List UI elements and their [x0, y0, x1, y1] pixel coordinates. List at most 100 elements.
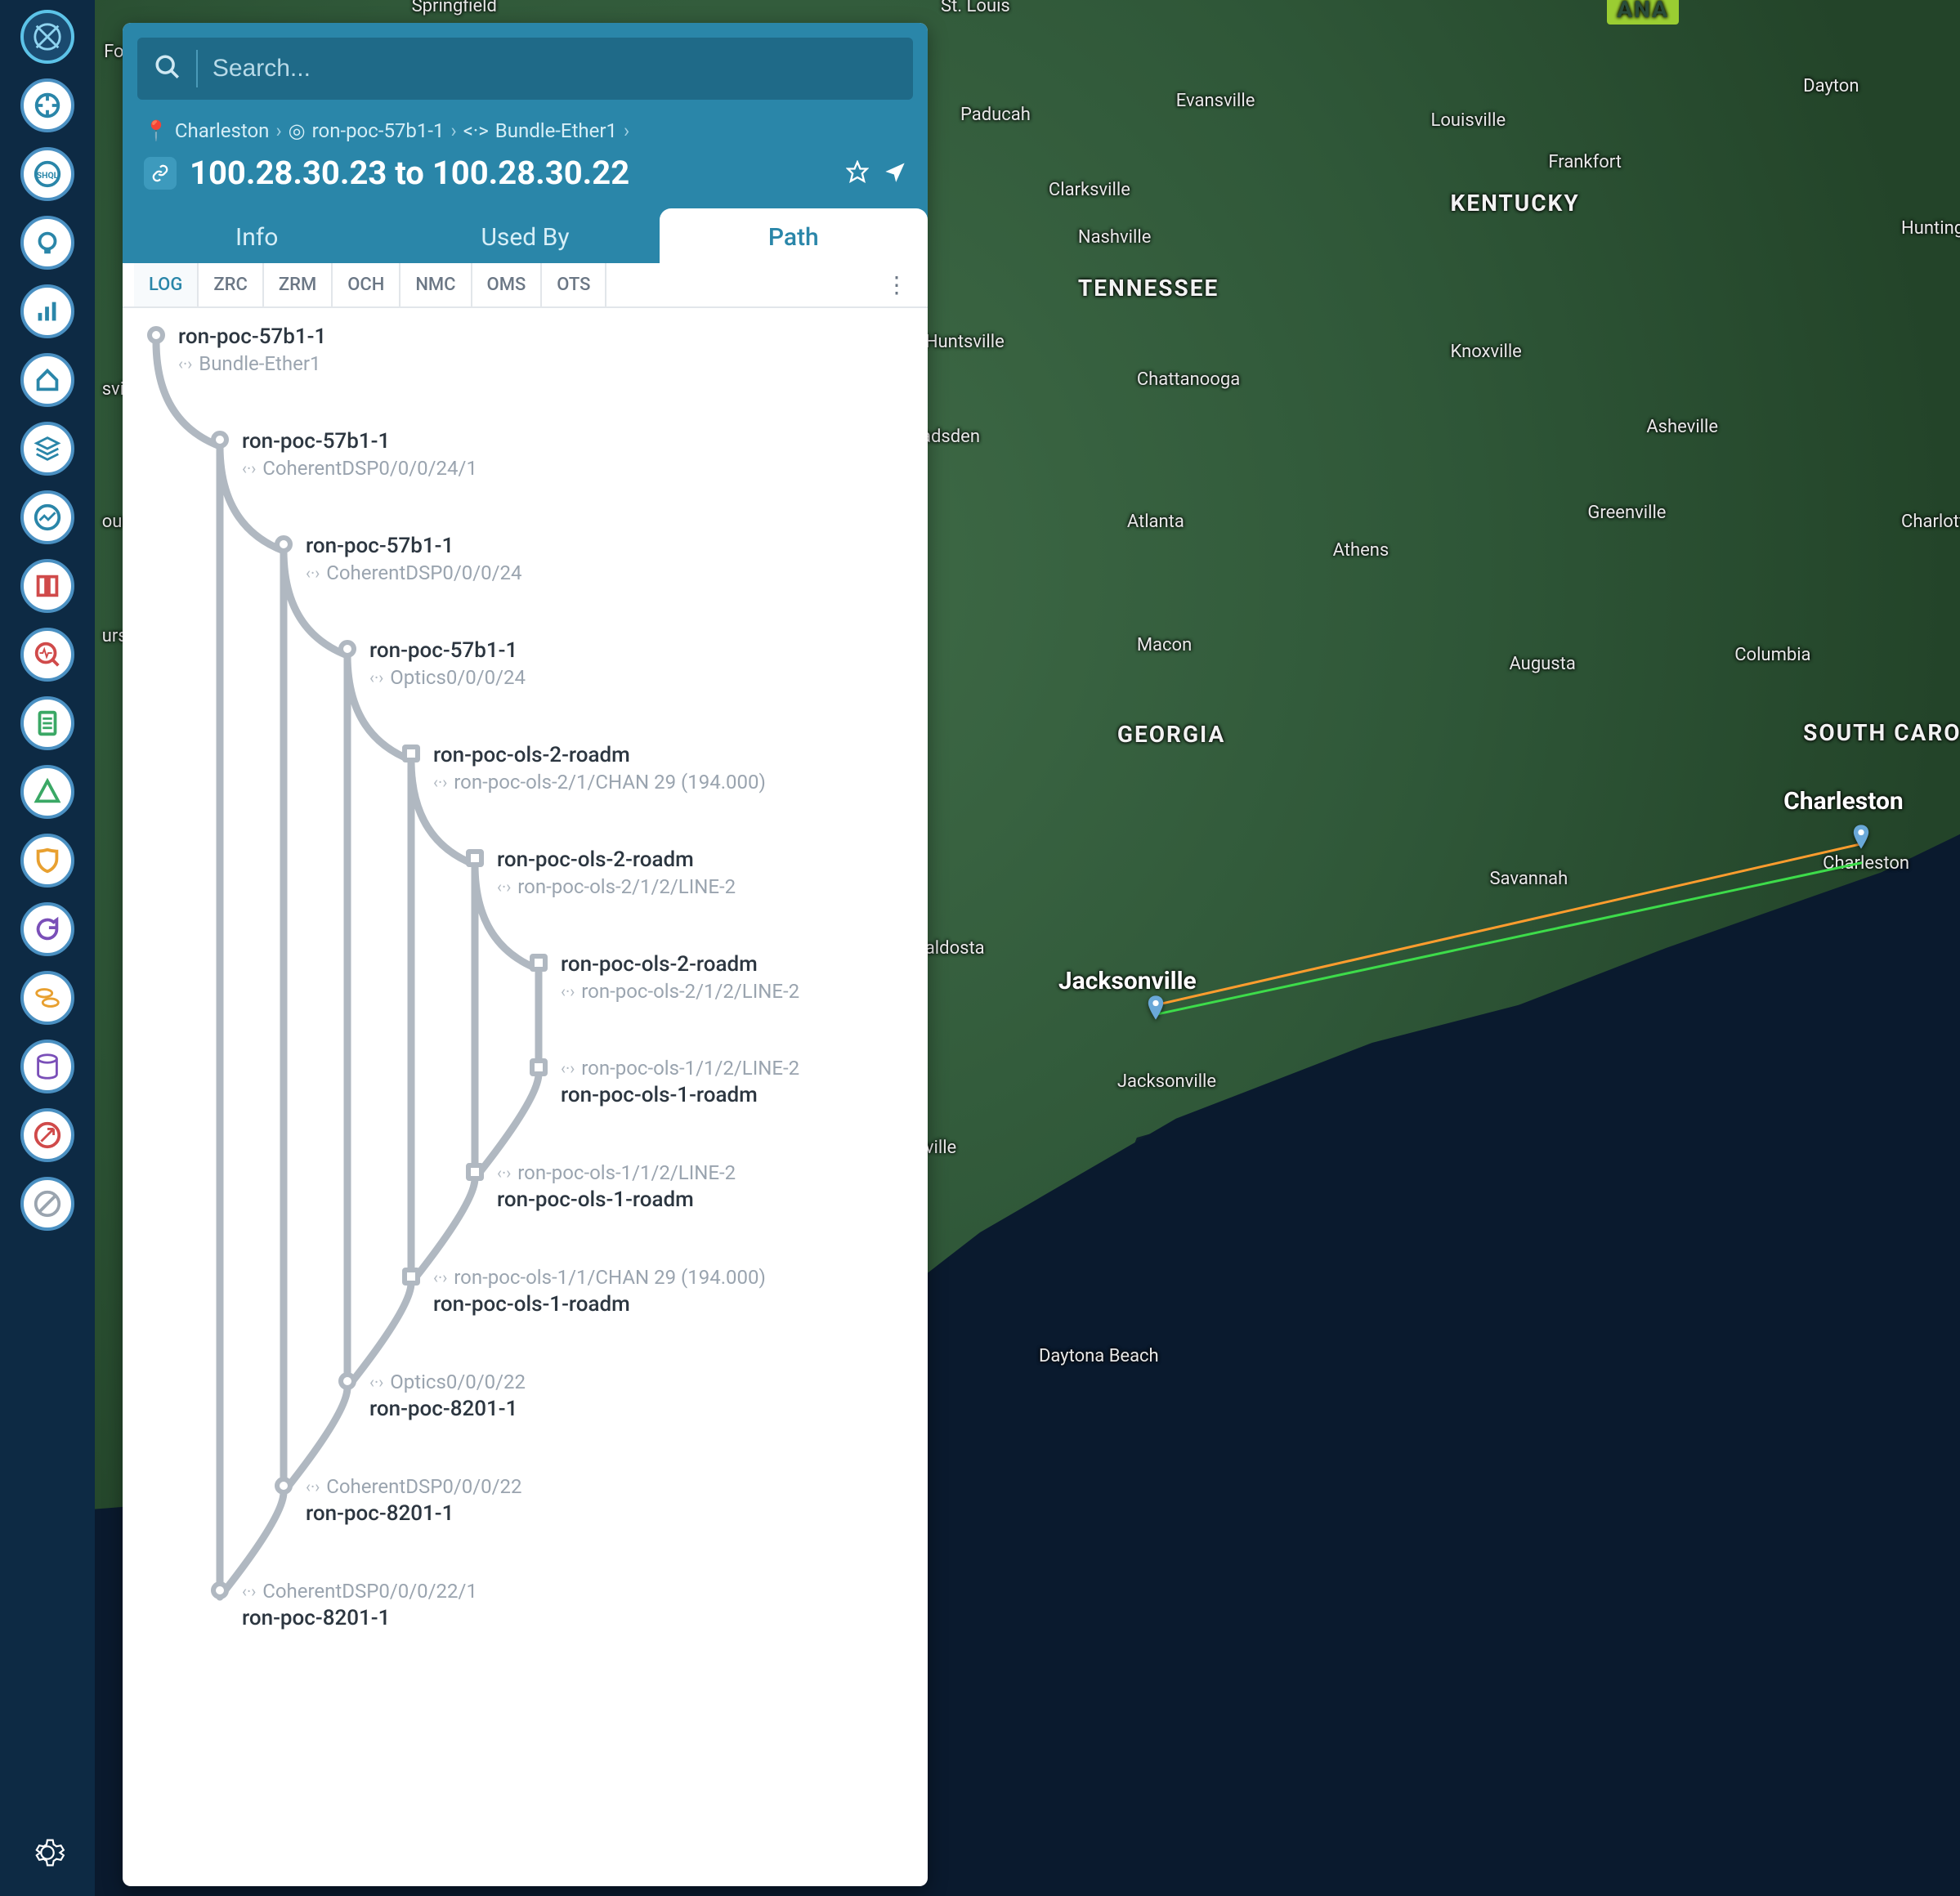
hop-text: ron-poc-57b1-1 ‹·›CoherentDSP0/0/0/24: [306, 534, 522, 584]
hop-name: ron-poc-ols-1-roadm: [561, 1083, 799, 1107]
link-small-icon: ‹·›: [433, 1268, 447, 1287]
hop-marker-square-icon: [466, 849, 484, 867]
hop-sub: ‹·› CoherentDSP0/0/0/22/1: [242, 1580, 477, 1603]
hop-sub: ‹·›Optics0/0/0/24: [369, 666, 526, 689]
tab-info[interactable]: Info: [123, 208, 391, 263]
subtab-och[interactable]: OCH: [333, 263, 401, 306]
hop-name: ron-poc-57b1-1: [306, 534, 522, 558]
settings-gear-icon[interactable]: [29, 1835, 65, 1880]
subtab-log[interactable]: LOG: [134, 263, 199, 306]
hop-sub: ‹·›CoherentDSP0/0/0/24/1: [242, 457, 477, 480]
hop-sub: ‹·›ron-poc-ols-1/1/2/LINE-2: [561, 1057, 799, 1080]
path-hop[interactable]: ‹·›ron-poc-ols-1/1/CHAN 29 (194.000)ron-…: [147, 1266, 911, 1323]
hop-sub-text: ron-poc-ols-2/1/CHAN 29 (194.000): [454, 771, 766, 794]
map-pin-jacksonville[interactable]: [1147, 995, 1165, 1020]
locate-icon[interactable]: [884, 160, 906, 186]
path-hop[interactable]: ‹·›ron-poc-ols-1/1/2/LINE-2 ron-poc-ols-1…: [147, 1057, 911, 1114]
path-hop[interactable]: ‹·›Optics0/0/0/22 ron-poc-8201-1: [147, 1371, 911, 1428]
rail-shield-icon[interactable]: [20, 834, 74, 888]
path-hop-list: ron-poc-57b1-1 ‹·› Bundle-Ether1 ron-poc-57…: [123, 308, 928, 1886]
hop-name: ron-poc-ols-1-roadm: [497, 1187, 736, 1212]
breadcrumb: 📍 Charleston › ◎ ron-poc-57b1-1 › <·> Bu…: [123, 100, 928, 149]
hop-name: ron-poc-ols-2-roadm: [497, 847, 736, 872]
rail-app-logo-icon[interactable]: [20, 10, 74, 64]
search-input[interactable]: [213, 55, 897, 83]
hop-name: ron-poc-57b1-1: [369, 638, 526, 663]
subtab-zrm[interactable]: ZRM: [264, 263, 333, 306]
link-small-icon: ‹·›: [561, 1058, 575, 1078]
hop-text: ‹·›CoherentDSP0/0/0/22/1ron-poc-8201-1: [242, 1580, 477, 1630]
hop-text: ron-poc-57b1-1 ‹·›Optics0/0/0/24: [369, 638, 526, 689]
path-hop[interactable]: ron-poc-57b1-1 ‹·›CoherentDSP0/0/0/24: [147, 534, 911, 591]
hop-name: ron-poc-57b1-1: [242, 429, 477, 454]
path-hop[interactable]: ron-poc-ols-2-roadm‹·›ron-poc-ols-2/1/2/…: [147, 952, 911, 1009]
rail-bars-icon[interactable]: [20, 284, 74, 338]
rail-triangle-icon[interactable]: [20, 765, 74, 819]
breadcrumb-location[interactable]: Charleston: [175, 119, 270, 142]
rail-bulb-icon[interactable]: [20, 216, 74, 270]
link-small-icon: ‹·›: [178, 354, 192, 373]
path-hop[interactable]: ron-poc-57b1-1‹·›Bundle-Ether1: [147, 324, 911, 382]
link-small-icon: ‹·›: [242, 1581, 256, 1601]
rail-trend-icon[interactable]: [20, 490, 74, 544]
rail-nocircle-icon[interactable]: [20, 1177, 74, 1231]
hop-text: ron-poc-ols-2-roadm‹·›ron-poc-ols-2/1/CH…: [433, 743, 766, 794]
page-title: 100.28.30.23 to 100.28.30.22: [190, 154, 833, 192]
tab-usedby[interactable]: Used By: [391, 208, 659, 263]
hop-sub: ‹·›ron-poc-ols-1/1/2/LINE-2: [497, 1161, 736, 1184]
path-hop[interactable]: ‹·›CoherentDSP0/0/0/22ron-poc-8201-1: [147, 1475, 911, 1532]
hop-marker-circle-icon: [211, 431, 229, 449]
path-hop[interactable]: ron-poc-ols-2-roadm‹·›ron-poc-ols-2/1/CH…: [147, 743, 911, 800]
link-chip-icon: [144, 157, 177, 190]
search-divider: [196, 50, 198, 87]
breadcrumb-interface[interactable]: Bundle-Ether1: [495, 119, 617, 142]
star-icon[interactable]: [846, 160, 869, 186]
path-hop[interactable]: ‹·›ron-poc-ols-1/1/2/LINE-2 ron-poc-ols-1…: [147, 1161, 911, 1219]
hop-name: ron-poc-ols-1-roadm: [433, 1292, 766, 1317]
hop-sub-text: CoherentDSP0/0/0/22/1: [262, 1580, 477, 1603]
hop-sub: ‹·›ron-poc-ols-2/1/2/LINE-2: [497, 875, 736, 898]
hop-sub-text: ron-poc-ols-2/1/2/LINE-2: [581, 980, 799, 1003]
map-pin-charleston[interactable]: [1852, 825, 1870, 849]
layer-subtabs: LOG ZRC ZRM OCH NMC OMS OTS ⋮: [123, 263, 928, 308]
subtab-ots[interactable]: OTS: [542, 263, 606, 306]
rail-shql-icon[interactable]: SHQL: [20, 147, 74, 201]
rail-layers-icon[interactable]: [20, 422, 74, 476]
rail-doc-icon[interactable]: [20, 696, 74, 750]
rail-home-icon[interactable]: [20, 353, 74, 407]
hop-text: ‹·›Optics0/0/0/22 ron-poc-8201-1: [369, 1371, 526, 1421]
hop-name: ron-poc-8201-1: [369, 1397, 526, 1421]
path-hop[interactable]: ron-poc-57b1-1 ‹·›Optics0/0/0/24: [147, 638, 911, 695]
more-menu-icon[interactable]: ⋮: [877, 271, 916, 298]
tab-path[interactable]: Path: [660, 208, 928, 263]
hop-text: ‹·›ron-poc-ols-1/1/CHAN 29 (194.000)ron-…: [433, 1266, 766, 1317]
subtab-oms[interactable]: OMS: [472, 263, 543, 306]
breadcrumb-node[interactable]: ron-poc-57b1-1: [312, 119, 445, 142]
rail-arrow-cross-icon[interactable]: [20, 1108, 74, 1162]
hop-name: ron-poc-ols-2-roadm: [561, 952, 799, 977]
subtab-nmc[interactable]: NMC: [401, 263, 472, 306]
hop-text: ron-poc-57b1-1‹·›Bundle-Ether1: [178, 324, 326, 375]
hop-sub-text: CoherentDSP0/0/0/24: [326, 561, 521, 584]
search-box[interactable]: [137, 38, 913, 100]
hop-text: ‹·›CoherentDSP0/0/0/22ron-poc-8201-1: [306, 1475, 522, 1526]
rail-db-icon[interactable]: [20, 1040, 74, 1093]
hop-marker-square-icon: [530, 1058, 548, 1076]
hop-sub: ‹·›CoherentDSP0/0/0/24: [306, 561, 522, 584]
link-small-icon: ‹·›: [306, 1477, 320, 1496]
rail-refresh-icon[interactable]: [20, 902, 74, 956]
link-small-icon: ‹·›: [497, 1163, 511, 1183]
path-hop[interactable]: ron-poc-57b1-1 ‹·›CoherentDSP0/0/0/24/1: [147, 429, 911, 486]
hop-sub-text: Bundle-Ether1: [199, 352, 320, 375]
path-hop[interactable]: ron-poc-ols-2-roadm ‹·›ron-poc-ols-2/1/2/…: [147, 847, 911, 905]
rail-target-icon[interactable]: [20, 78, 74, 132]
hop-name: ron-poc-8201-1: [306, 1501, 522, 1526]
rail-pulse-icon[interactable]: [20, 628, 74, 682]
subtab-zrc[interactable]: ZRC: [199, 263, 263, 306]
hop-sub-text: Optics0/0/0/22: [390, 1371, 526, 1393]
left-nav-rail: SHQL: [0, 0, 95, 1896]
path-hop[interactable]: ‹·›CoherentDSP0/0/0/22/1ron-poc-8201-1: [147, 1580, 911, 1637]
rail-coins-icon[interactable]: [20, 971, 74, 1025]
rail-book-icon[interactable]: [20, 559, 74, 613]
hop-sub: ‹·›Optics0/0/0/22: [369, 1371, 526, 1393]
